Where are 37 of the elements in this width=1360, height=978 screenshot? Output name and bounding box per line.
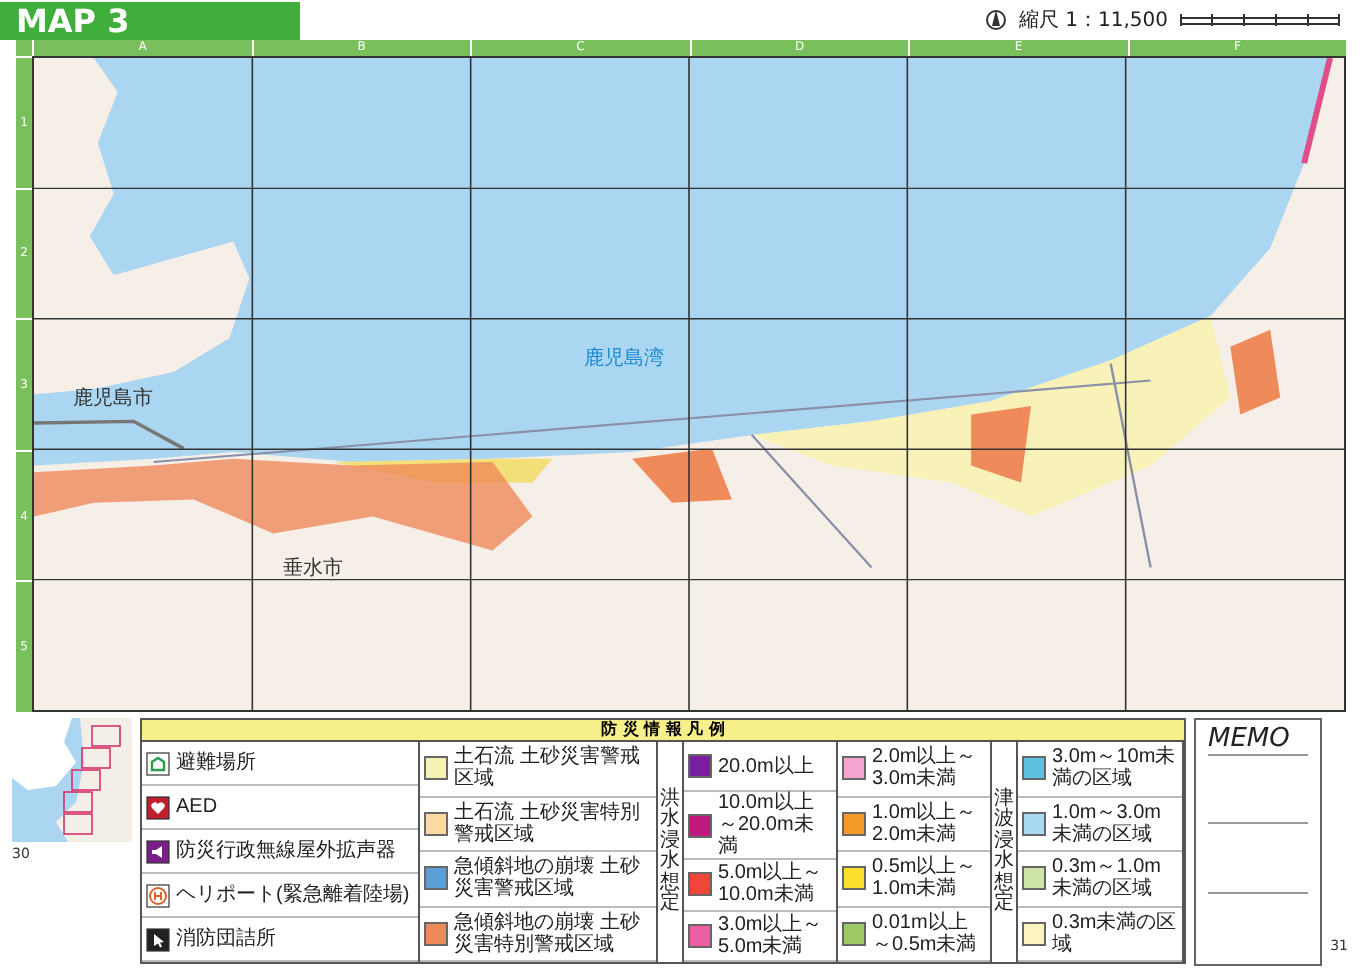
legend-label: 0.3m～1.0m未満の区域	[1052, 856, 1163, 901]
scale-text: 縮尺 1：11,500	[1018, 7, 1168, 34]
north-arrow-icon	[986, 8, 1007, 32]
inset-map-drawing	[12, 718, 132, 842]
legend-label: 1.0m以上～2.0m未満	[872, 801, 979, 846]
legend-label: AED	[176, 796, 218, 818]
legend-title: 防 災 情 報 凡 例	[142, 720, 1184, 742]
legend-label: 防災行政無線屋外拡声器	[176, 840, 396, 862]
heart-icon	[146, 795, 170, 819]
legend-label: 10.0m以上～20.0m未満	[718, 792, 816, 859]
heliport-icon	[146, 883, 170, 907]
legend-label: 避難場所	[176, 752, 256, 774]
legend-label: 0.5m以上～1.0m未満	[872, 856, 979, 901]
legend-label: 1.0m～3.0m未満の区域	[1052, 801, 1163, 846]
legend-label: 土石流 土砂災害警戒区域	[454, 746, 642, 791]
legend-label: 0.01m以上～0.5m未満	[872, 911, 979, 956]
speaker-icon	[146, 839, 170, 863]
legend-label: 5.0m以上～10.0m未満	[718, 862, 825, 907]
shelter-icon	[146, 751, 170, 775]
cursor-icon	[146, 927, 170, 951]
memo-title: MEMO	[1208, 724, 1292, 754]
city-label: 鹿児島市	[73, 385, 154, 412]
legend-label: 急傾斜地の崩壊 土砂災害特別警戒区域	[454, 911, 642, 956]
legend-label: 2.0m以上～3.0m未満	[872, 746, 979, 791]
legend-group-label: 津波浸水想定	[992, 742, 1018, 962]
legend-label: 20.0m以上	[718, 755, 814, 778]
legend-label: 急傾斜地の崩壊 土砂災害警戒区域	[454, 856, 642, 901]
legend-group-label: 洪水浸水想定	[658, 742, 684, 962]
legend-label: 0.3m未満の区域	[1052, 911, 1178, 956]
city-label: 垂水市	[282, 555, 343, 582]
legend-label: 消防団詰所	[176, 928, 276, 950]
map-title: MAP 3	[0, 1, 300, 39]
legend-label: 3.0m～10m未満の区域	[1052, 746, 1178, 791]
legend-label: 3.0m以上～5.0m未満	[718, 913, 825, 958]
legend-label: 土石流 土砂災害特別警戒区域	[454, 801, 642, 846]
bay-label: 鹿児島湾	[584, 345, 665, 373]
legend-label: ヘリポート(緊急離着陸場)	[176, 884, 410, 906]
